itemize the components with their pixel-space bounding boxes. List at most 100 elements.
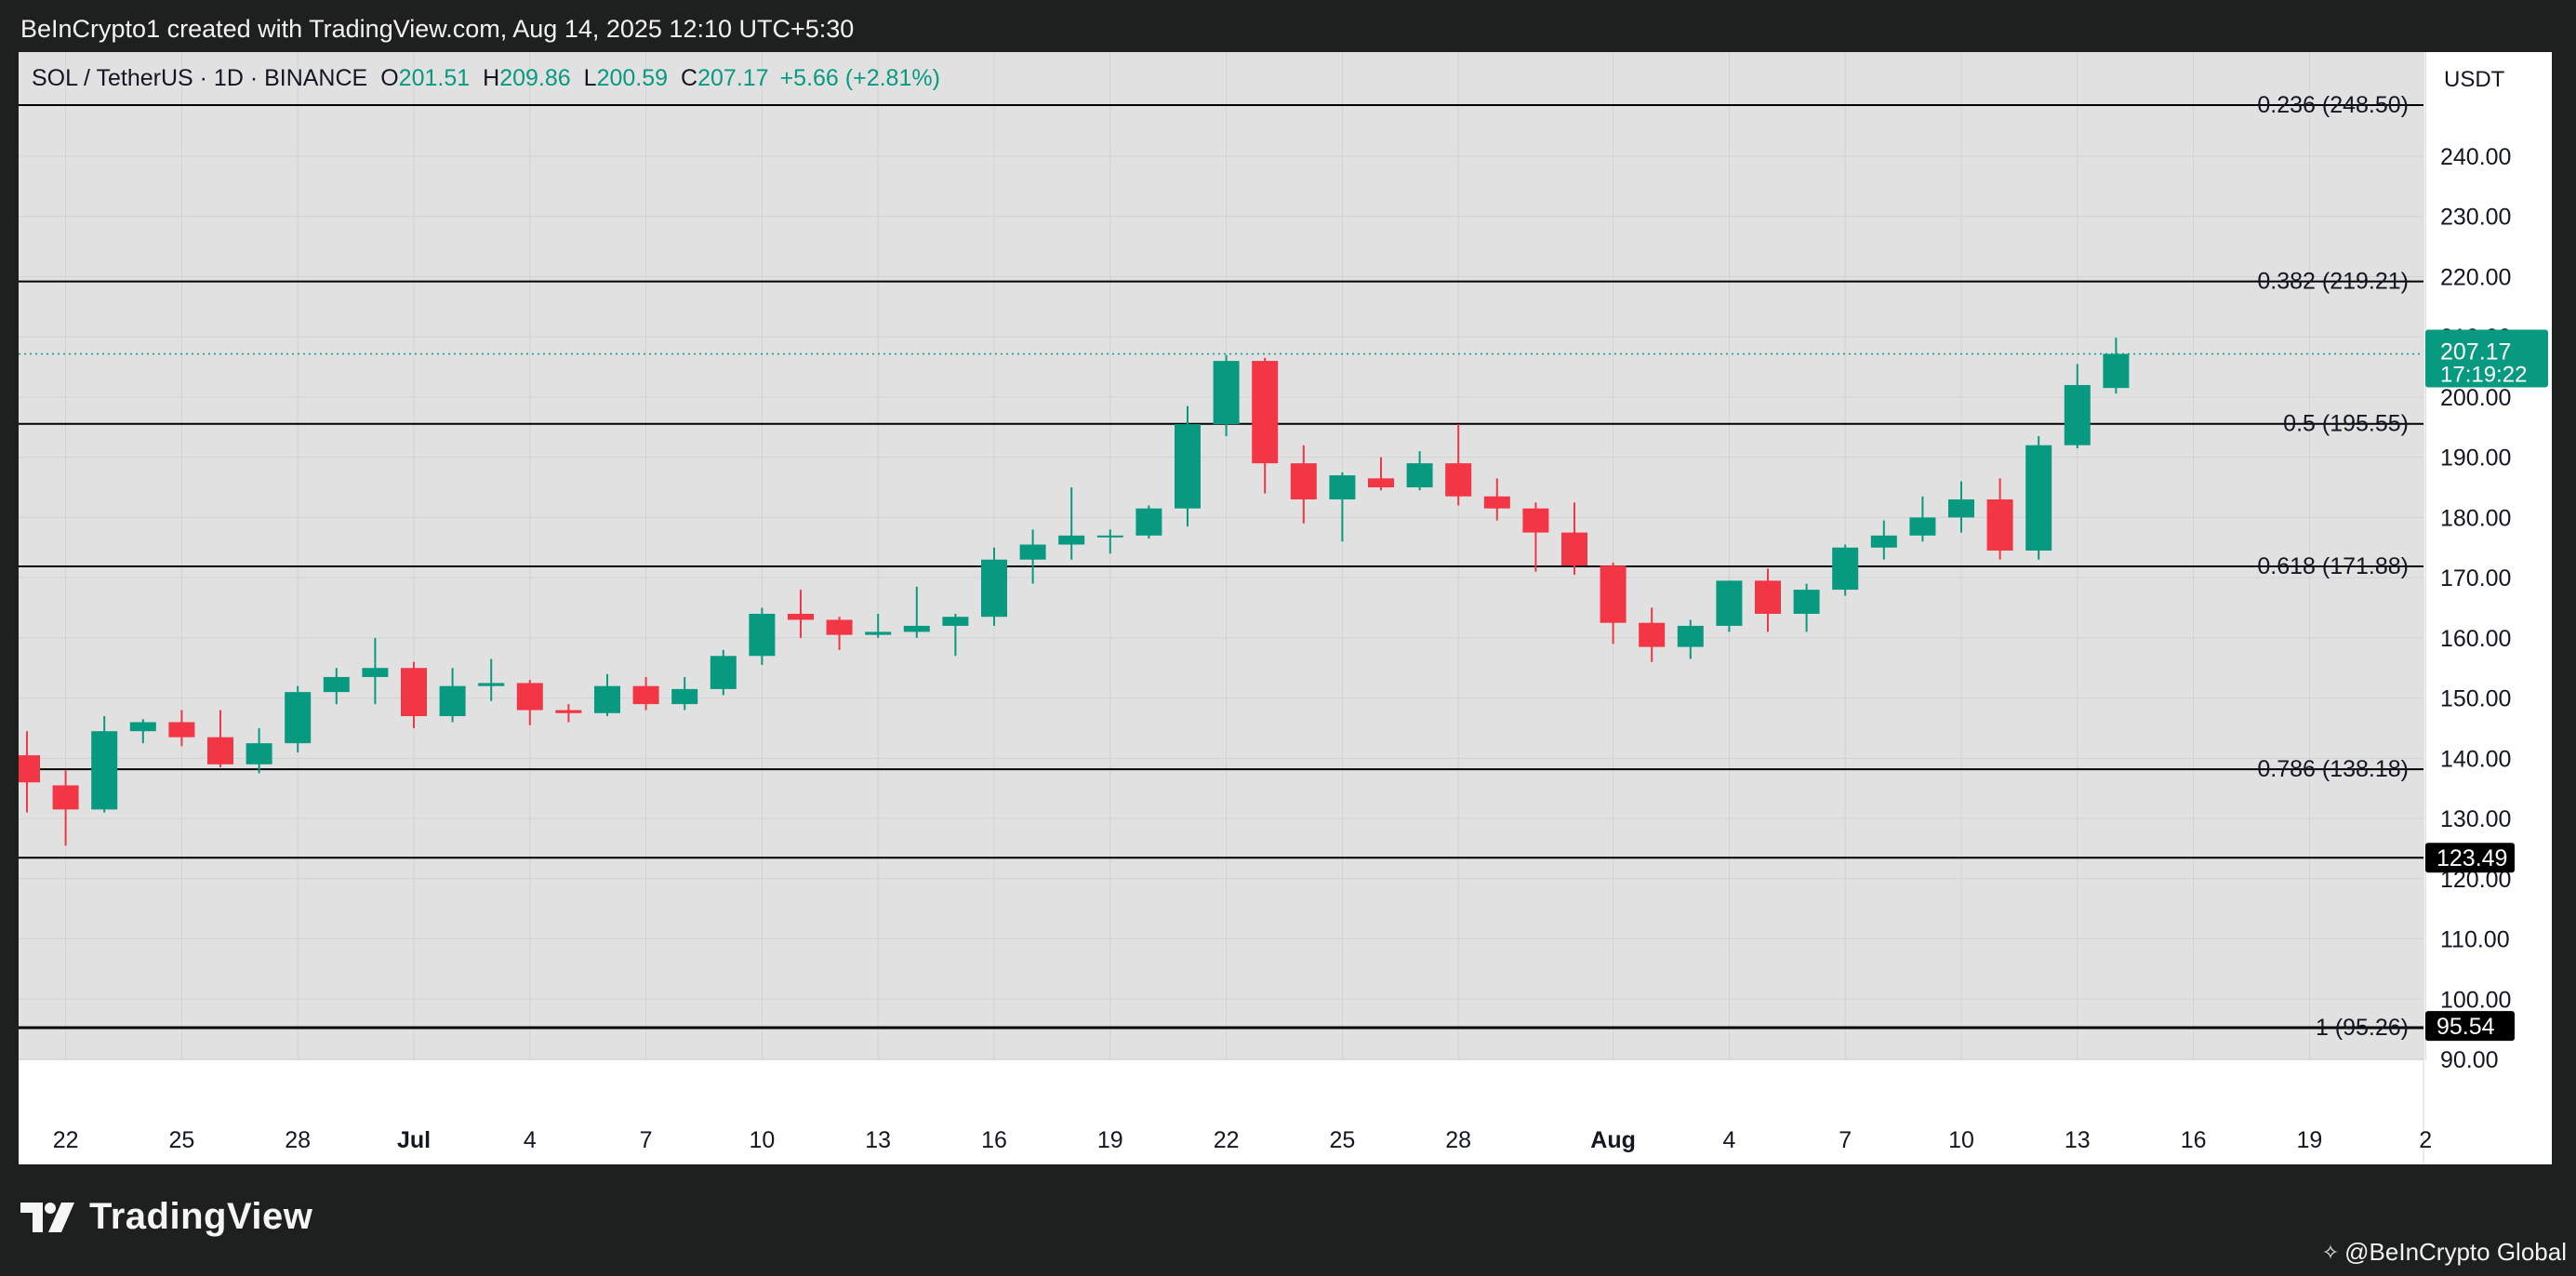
price-tick-label: 180.00 — [2440, 505, 2511, 531]
high-value: 209.86 — [499, 65, 571, 91]
candle-body — [1213, 361, 1240, 425]
candle-body — [1793, 590, 1820, 614]
candle-body — [1252, 361, 1279, 464]
fib-level-label: 0.786 (138.18) — [2257, 756, 2409, 782]
candle-body — [516, 683, 543, 711]
time-tick-label: 10 — [1948, 1127, 1974, 1153]
beincrypto-icon: ✧ — [2321, 1240, 2340, 1264]
candle-body — [1522, 508, 1549, 533]
candle — [1135, 505, 1162, 539]
low-value: 200.59 — [596, 65, 669, 91]
fib-level-label: 0.618 (171.88) — [2257, 553, 2409, 579]
candle-body — [1096, 535, 1123, 538]
candle-body — [788, 613, 814, 620]
candle-body — [1909, 517, 1936, 536]
candle — [1716, 580, 1743, 632]
candlestick-chart[interactable]: 0.236 (248.50) 0.382 (219.21) 0.5 (195.55)… — [0, 0, 2576, 1276]
close-value: 207.17 — [697, 65, 769, 91]
price-tick-label: 230.00 — [2440, 205, 2511, 231]
candle-body — [129, 722, 156, 732]
time-tick-label: Aug — [1590, 1127, 1636, 1153]
price-tick-label: 110.00 — [2440, 927, 2510, 953]
time-tick-label: 28 — [285, 1127, 311, 1153]
candle-body — [362, 668, 389, 677]
high-label: H — [483, 65, 500, 91]
tradingview-logo-icon — [20, 1202, 74, 1232]
candle-body — [2025, 445, 2052, 552]
candle-body — [19, 755, 40, 783]
tradingview-logo[interactable]: TradingView — [20, 1196, 312, 1238]
candle-body — [246, 743, 272, 764]
candle — [285, 685, 312, 752]
price-tick-label: 200.00 — [2440, 385, 2511, 411]
candle-body — [555, 710, 582, 713]
time-tick-label: 13 — [2065, 1127, 2091, 1153]
time-tick-label: 2 — [2419, 1127, 2432, 1153]
time-tick-label: 25 — [1329, 1127, 1355, 1153]
time-tick-label: 25 — [168, 1127, 194, 1153]
candle-body — [1755, 580, 1781, 614]
candle-body — [671, 688, 698, 705]
candle-body — [1483, 496, 1510, 509]
candle-body — [1175, 424, 1201, 509]
candle — [1832, 544, 1859, 596]
candle-body — [1677, 625, 1704, 647]
candle-body — [1135, 508, 1162, 536]
candle-body — [749, 613, 776, 657]
candle-body — [1600, 565, 1627, 623]
candle-body — [1368, 478, 1394, 488]
time-tick-label: 13 — [865, 1127, 891, 1153]
candle-body — [2064, 384, 2091, 445]
time-tick-label: 22 — [1214, 1127, 1240, 1153]
candle-body — [981, 559, 1007, 618]
plot-area — [19, 52, 2423, 1060]
fib-level-label: 0.236 (248.50) — [2257, 92, 2409, 118]
time-tick-label: 28 — [1445, 1127, 1471, 1153]
symbol-info: SOL / TetherUS · 1D · BINANCE — [32, 65, 368, 91]
footer — [0, 1164, 2576, 1276]
fib-level-label: 0.5 (195.55) — [2283, 411, 2409, 437]
change-value: +5.66 (+2.81%) — [779, 65, 940, 91]
time-tick-label: 16 — [2181, 1127, 2207, 1153]
candle-body — [2103, 353, 2130, 389]
candle-body — [52, 785, 79, 810]
candle-body — [1445, 463, 1472, 497]
time-tick-label: 4 — [524, 1127, 537, 1153]
candle-body — [1019, 544, 1046, 560]
price-tick-label: 160.00 — [2440, 626, 2511, 652]
candle-body — [323, 676, 350, 693]
price-tick-label: 240.00 — [2440, 144, 2511, 170]
candle-body — [1329, 475, 1356, 499]
price-tick-label: 130.00 — [2440, 806, 2511, 832]
candle-body — [710, 656, 737, 689]
time-tick-label: 10 — [749, 1127, 775, 1153]
candle-body — [865, 631, 892, 635]
time-tick-label: 4 — [1722, 1127, 1735, 1153]
candle — [1175, 405, 1201, 527]
candle-body — [1561, 532, 1587, 566]
time-tick-label: 19 — [1097, 1127, 1123, 1153]
candle-body — [632, 685, 659, 705]
candle-body — [903, 625, 930, 632]
price-tick-label: 100.00 — [2440, 987, 2511, 1013]
price-tick-label: 220.00 — [2440, 264, 2511, 290]
candle-body — [1058, 535, 1085, 545]
candle-body — [594, 685, 620, 713]
candle-body — [1716, 580, 1743, 626]
time-tick-label: 7 — [640, 1127, 653, 1153]
candle-body — [1986, 498, 2013, 552]
time-tick-label: 19 — [2296, 1127, 2322, 1153]
candle-body — [478, 683, 505, 686]
tradingview-logo-text: TradingView — [89, 1196, 313, 1237]
candle — [710, 649, 737, 696]
candle-body — [1870, 535, 1897, 548]
candle — [2025, 436, 2052, 560]
low-label: L — [583, 65, 597, 91]
level-price-value: 123.49 — [2437, 845, 2507, 871]
time-tick-label: 7 — [1839, 1127, 1852, 1153]
currency-label[interactable]: USDT — [2444, 67, 2504, 93]
candle-body — [1639, 622, 1666, 647]
candle-body — [401, 668, 427, 717]
open-value: 201.51 — [398, 65, 471, 91]
candle-body — [439, 685, 466, 717]
